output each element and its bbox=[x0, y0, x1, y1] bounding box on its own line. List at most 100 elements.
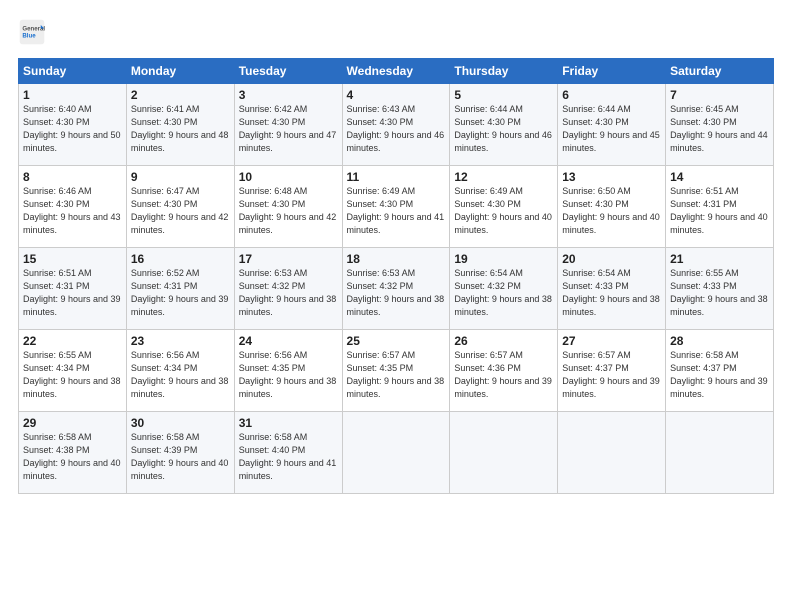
day-info: Sunrise: 6:55 AMSunset: 4:34 PMDaylight:… bbox=[23, 350, 121, 399]
calendar-cell: 1 Sunrise: 6:40 AMSunset: 4:30 PMDayligh… bbox=[19, 84, 127, 166]
calendar-cell bbox=[450, 412, 558, 494]
calendar-cell: 15 Sunrise: 6:51 AMSunset: 4:31 PMDaylig… bbox=[19, 248, 127, 330]
day-info: Sunrise: 6:57 AMSunset: 4:37 PMDaylight:… bbox=[562, 350, 660, 399]
day-number: 19 bbox=[454, 252, 553, 266]
calendar-cell: 28 Sunrise: 6:58 AMSunset: 4:37 PMDaylig… bbox=[666, 330, 774, 412]
calendar-cell: 3 Sunrise: 6:42 AMSunset: 4:30 PMDayligh… bbox=[234, 84, 342, 166]
day-info: Sunrise: 6:43 AMSunset: 4:30 PMDaylight:… bbox=[347, 104, 445, 153]
day-info: Sunrise: 6:50 AMSunset: 4:30 PMDaylight:… bbox=[562, 186, 660, 235]
day-info: Sunrise: 6:48 AMSunset: 4:30 PMDaylight:… bbox=[239, 186, 337, 235]
day-number: 2 bbox=[131, 88, 230, 102]
calendar-cell: 21 Sunrise: 6:55 AMSunset: 4:33 PMDaylig… bbox=[666, 248, 774, 330]
day-number: 20 bbox=[562, 252, 661, 266]
logo-icon: General Blue bbox=[18, 18, 46, 46]
day-info: Sunrise: 6:58 AMSunset: 4:37 PMDaylight:… bbox=[670, 350, 768, 399]
day-info: Sunrise: 6:52 AMSunset: 4:31 PMDaylight:… bbox=[131, 268, 229, 317]
day-number: 10 bbox=[239, 170, 338, 184]
day-info: Sunrise: 6:46 AMSunset: 4:30 PMDaylight:… bbox=[23, 186, 121, 235]
calendar-cell: 8 Sunrise: 6:46 AMSunset: 4:30 PMDayligh… bbox=[19, 166, 127, 248]
day-number: 25 bbox=[347, 334, 446, 348]
day-number: 23 bbox=[131, 334, 230, 348]
day-number: 13 bbox=[562, 170, 661, 184]
header-saturday: Saturday bbox=[666, 59, 774, 84]
header-thursday: Thursday bbox=[450, 59, 558, 84]
calendar-cell: 20 Sunrise: 6:54 AMSunset: 4:33 PMDaylig… bbox=[558, 248, 666, 330]
day-number: 14 bbox=[670, 170, 769, 184]
day-info: Sunrise: 6:55 AMSunset: 4:33 PMDaylight:… bbox=[670, 268, 768, 317]
day-number: 29 bbox=[23, 416, 122, 430]
day-info: Sunrise: 6:51 AMSunset: 4:31 PMDaylight:… bbox=[670, 186, 768, 235]
calendar-cell: 19 Sunrise: 6:54 AMSunset: 4:32 PMDaylig… bbox=[450, 248, 558, 330]
day-number: 18 bbox=[347, 252, 446, 266]
day-info: Sunrise: 6:42 AMSunset: 4:30 PMDaylight:… bbox=[239, 104, 337, 153]
day-info: Sunrise: 6:53 AMSunset: 4:32 PMDaylight:… bbox=[347, 268, 445, 317]
calendar-cell: 16 Sunrise: 6:52 AMSunset: 4:31 PMDaylig… bbox=[126, 248, 234, 330]
calendar-cell: 25 Sunrise: 6:57 AMSunset: 4:35 PMDaylig… bbox=[342, 330, 450, 412]
header-sunday: Sunday bbox=[19, 59, 127, 84]
day-info: Sunrise: 6:45 AMSunset: 4:30 PMDaylight:… bbox=[670, 104, 768, 153]
day-number: 7 bbox=[670, 88, 769, 102]
day-number: 24 bbox=[239, 334, 338, 348]
calendar-cell: 22 Sunrise: 6:55 AMSunset: 4:34 PMDaylig… bbox=[19, 330, 127, 412]
day-info: Sunrise: 6:49 AMSunset: 4:30 PMDaylight:… bbox=[454, 186, 552, 235]
day-number: 21 bbox=[670, 252, 769, 266]
header-wednesday: Wednesday bbox=[342, 59, 450, 84]
calendar-cell bbox=[666, 412, 774, 494]
calendar-cell: 2 Sunrise: 6:41 AMSunset: 4:30 PMDayligh… bbox=[126, 84, 234, 166]
day-number: 5 bbox=[454, 88, 553, 102]
day-number: 16 bbox=[131, 252, 230, 266]
calendar-cell: 9 Sunrise: 6:47 AMSunset: 4:30 PMDayligh… bbox=[126, 166, 234, 248]
day-info: Sunrise: 6:53 AMSunset: 4:32 PMDaylight:… bbox=[239, 268, 337, 317]
calendar-cell: 10 Sunrise: 6:48 AMSunset: 4:30 PMDaylig… bbox=[234, 166, 342, 248]
calendar-cell bbox=[342, 412, 450, 494]
day-number: 27 bbox=[562, 334, 661, 348]
calendar-week-row: 8 Sunrise: 6:46 AMSunset: 4:30 PMDayligh… bbox=[19, 166, 774, 248]
day-info: Sunrise: 6:56 AMSunset: 4:34 PMDaylight:… bbox=[131, 350, 229, 399]
day-number: 17 bbox=[239, 252, 338, 266]
day-number: 11 bbox=[347, 170, 446, 184]
day-number: 12 bbox=[454, 170, 553, 184]
day-number: 31 bbox=[239, 416, 338, 430]
day-number: 30 bbox=[131, 416, 230, 430]
day-number: 22 bbox=[23, 334, 122, 348]
calendar-cell bbox=[558, 412, 666, 494]
day-info: Sunrise: 6:56 AMSunset: 4:35 PMDaylight:… bbox=[239, 350, 337, 399]
day-info: Sunrise: 6:40 AMSunset: 4:30 PMDaylight:… bbox=[23, 104, 121, 153]
day-info: Sunrise: 6:57 AMSunset: 4:35 PMDaylight:… bbox=[347, 350, 445, 399]
day-number: 15 bbox=[23, 252, 122, 266]
day-info: Sunrise: 6:49 AMSunset: 4:30 PMDaylight:… bbox=[347, 186, 445, 235]
calendar-cell: 7 Sunrise: 6:45 AMSunset: 4:30 PMDayligh… bbox=[666, 84, 774, 166]
day-number: 1 bbox=[23, 88, 122, 102]
logo: General Blue bbox=[18, 18, 50, 46]
calendar-cell: 14 Sunrise: 6:51 AMSunset: 4:31 PMDaylig… bbox=[666, 166, 774, 248]
calendar-cell: 6 Sunrise: 6:44 AMSunset: 4:30 PMDayligh… bbox=[558, 84, 666, 166]
calendar-cell: 24 Sunrise: 6:56 AMSunset: 4:35 PMDaylig… bbox=[234, 330, 342, 412]
day-info: Sunrise: 6:58 AMSunset: 4:39 PMDaylight:… bbox=[131, 432, 229, 481]
calendar-cell: 13 Sunrise: 6:50 AMSunset: 4:30 PMDaylig… bbox=[558, 166, 666, 248]
day-number: 28 bbox=[670, 334, 769, 348]
calendar-cell: 4 Sunrise: 6:43 AMSunset: 4:30 PMDayligh… bbox=[342, 84, 450, 166]
header-monday: Monday bbox=[126, 59, 234, 84]
header-tuesday: Tuesday bbox=[234, 59, 342, 84]
calendar-cell: 17 Sunrise: 6:53 AMSunset: 4:32 PMDaylig… bbox=[234, 248, 342, 330]
day-info: Sunrise: 6:54 AMSunset: 4:33 PMDaylight:… bbox=[562, 268, 660, 317]
day-number: 4 bbox=[347, 88, 446, 102]
day-number: 8 bbox=[23, 170, 122, 184]
calendar-cell: 18 Sunrise: 6:53 AMSunset: 4:32 PMDaylig… bbox=[342, 248, 450, 330]
day-info: Sunrise: 6:58 AMSunset: 4:38 PMDaylight:… bbox=[23, 432, 121, 481]
calendar-cell: 29 Sunrise: 6:58 AMSunset: 4:38 PMDaylig… bbox=[19, 412, 127, 494]
day-number: 9 bbox=[131, 170, 230, 184]
day-info: Sunrise: 6:58 AMSunset: 4:40 PMDaylight:… bbox=[239, 432, 337, 481]
calendar-header-row: SundayMondayTuesdayWednesdayThursdayFrid… bbox=[19, 59, 774, 84]
calendar-cell: 12 Sunrise: 6:49 AMSunset: 4:30 PMDaylig… bbox=[450, 166, 558, 248]
day-info: Sunrise: 6:54 AMSunset: 4:32 PMDaylight:… bbox=[454, 268, 552, 317]
calendar-cell: 27 Sunrise: 6:57 AMSunset: 4:37 PMDaylig… bbox=[558, 330, 666, 412]
day-number: 26 bbox=[454, 334, 553, 348]
day-number: 6 bbox=[562, 88, 661, 102]
day-number: 3 bbox=[239, 88, 338, 102]
day-info: Sunrise: 6:57 AMSunset: 4:36 PMDaylight:… bbox=[454, 350, 552, 399]
day-info: Sunrise: 6:47 AMSunset: 4:30 PMDaylight:… bbox=[131, 186, 229, 235]
day-info: Sunrise: 6:44 AMSunset: 4:30 PMDaylight:… bbox=[562, 104, 660, 153]
calendar-table: SundayMondayTuesdayWednesdayThursdayFrid… bbox=[18, 58, 774, 494]
calendar-week-row: 29 Sunrise: 6:58 AMSunset: 4:38 PMDaylig… bbox=[19, 412, 774, 494]
